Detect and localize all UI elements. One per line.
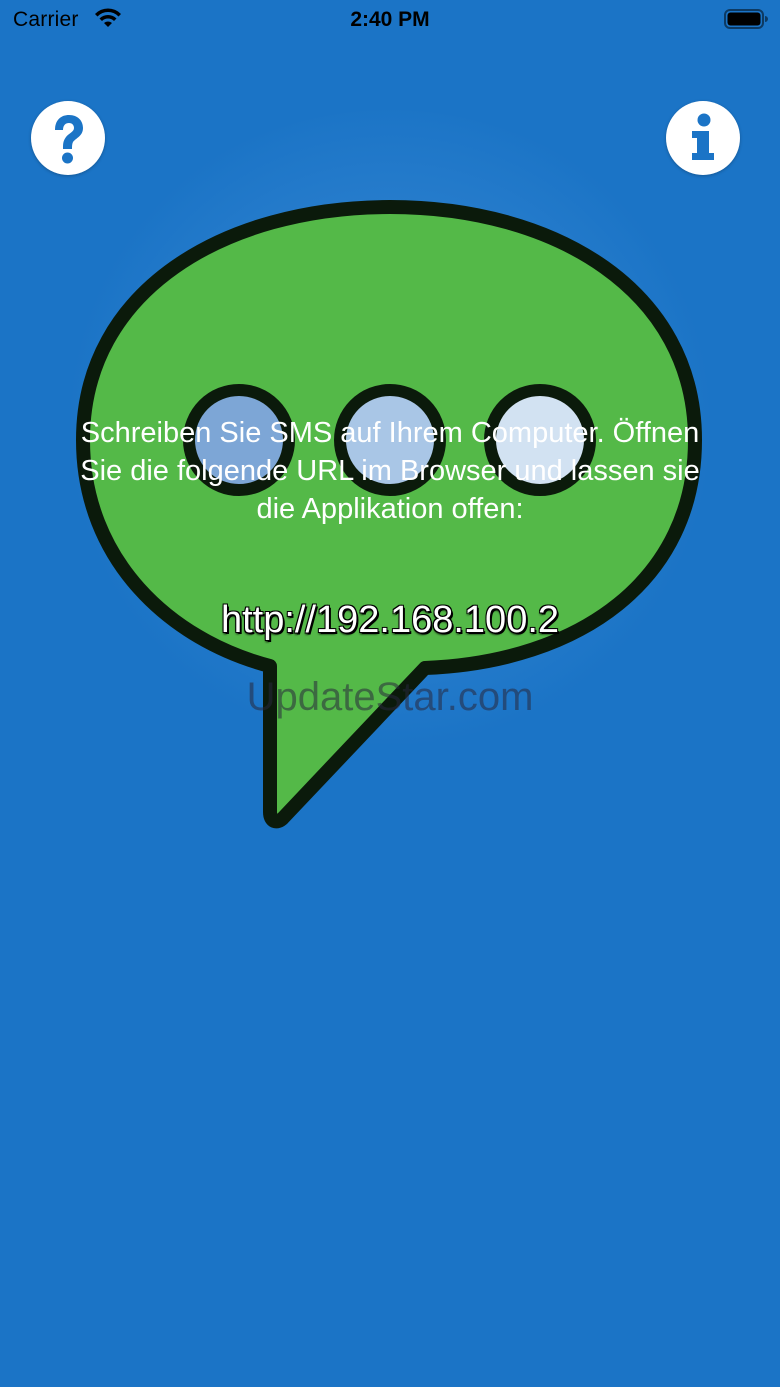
info-icon	[692, 113, 714, 160]
watermark: UpdateStar.com	[246, 675, 534, 719]
help-button[interactable]	[31, 101, 105, 175]
instructions-text: Schreiben Sie SMS auf Ihrem Computer. Öf…	[80, 417, 700, 525]
info-button[interactable]	[666, 101, 740, 175]
server-url: http://192.168.100.2	[220, 599, 560, 641]
question-mark-icon	[55, 115, 83, 164]
screen: Carrier 2:40 PM Schreiben Sie SMS auf Ih…	[0, 0, 780, 1387]
